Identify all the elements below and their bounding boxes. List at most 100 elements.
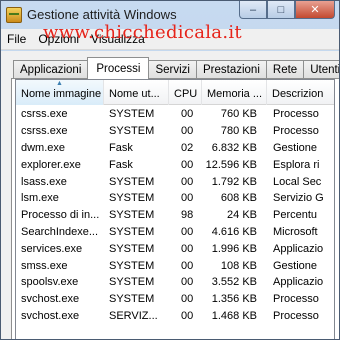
process-name: smss.exe <box>21 259 68 272</box>
process-cpu: 00 <box>181 192 194 205</box>
process-cpu: 02 <box>181 141 194 154</box>
task-manager-icon <box>6 6 22 23</box>
window-title: Gestione attività Windows <box>27 7 177 22</box>
process-description: Applicazio <box>273 242 324 255</box>
tab-network[interactable]: Rete <box>265 60 305 79</box>
process-cpu: 00 <box>181 125 194 138</box>
process-cpu: 00 <box>181 225 194 238</box>
process-memory: 108 KB <box>220 259 257 272</box>
title-bar[interactable]: Gestione attività Windows – □ ✕ <box>1 1 339 28</box>
process-cpu: 00 <box>181 309 194 322</box>
process-name: csrss.exe <box>21 125 68 138</box>
minimize-button[interactable]: – <box>239 1 267 19</box>
menu-options[interactable]: Opzioni <box>32 32 85 46</box>
process-description: Gestione <box>273 141 318 154</box>
process-memory: 780 KB <box>220 125 257 138</box>
process-cpu: 00 <box>181 158 194 171</box>
process-user: SYSTEM <box>109 276 155 289</box>
process-description: Processo <box>273 125 319 138</box>
process-cpu: 00 <box>181 242 194 255</box>
process-name: lsass.exe <box>21 175 67 188</box>
tab-users[interactable]: Utenti <box>303 60 339 79</box>
process-name: lsm.exe <box>21 192 59 205</box>
process-cpu: 00 <box>181 108 194 121</box>
process-name: spoolsv.exe <box>21 276 79 289</box>
process-description: Processo <box>273 108 319 121</box>
process-name: svchost.exe <box>21 293 80 306</box>
tab-services[interactable]: Servizi <box>148 60 197 79</box>
process-cpu: 00 <box>181 175 194 188</box>
process-user: SYSTEM <box>109 293 155 306</box>
menu-file[interactable]: File <box>1 32 32 46</box>
process-description: Local Sec <box>273 175 322 188</box>
column-header-description[interactable]: Descrizion <box>267 80 334 105</box>
process-name: explorer.exe <box>21 158 81 171</box>
task-manager-window: Gestione attività Windows – □ ✕ File Opz… <box>0 0 340 340</box>
process-description: Processo <box>273 293 319 306</box>
table-row[interactable]: Processo di in... SYSTEM 98 24 KB Percentu <box>16 207 334 224</box>
process-description: Processo <box>273 309 319 322</box>
process-name: dwm.exe <box>21 141 66 154</box>
process-user: SYSTEM <box>109 242 155 255</box>
process-description: Gestione <box>273 259 318 272</box>
column-header-cpu[interactable]: CPU <box>169 80 202 105</box>
table-row[interactable]: csrss.exe SYSTEM 00 780 KB Processo <box>16 123 334 140</box>
menu-view[interactable]: Visualizza <box>85 32 151 46</box>
process-user: SYSTEM <box>109 209 155 222</box>
table-row[interactable]: dwm.exe Fask 02 6.832 KB Gestione <box>16 140 334 157</box>
process-description: Esplora ri <box>273 158 320 171</box>
process-user: SYSTEM <box>109 175 155 188</box>
process-description: Percentu <box>273 209 318 222</box>
process-memory: 4.616 KB <box>211 225 257 238</box>
column-header-user[interactable]: Nome ut... <box>104 80 169 105</box>
menu-bar: File Opzioni Visualizza <box>1 29 339 50</box>
process-user: SYSTEM <box>109 225 155 238</box>
table-row[interactable]: svchost.exe SERVIZ... 00 1.468 KB Processo <box>16 308 334 325</box>
process-name: services.exe <box>21 242 83 255</box>
process-user: SYSTEM <box>109 192 155 205</box>
process-rows: csrss.exe SYSTEM 00 760 KB Processo csrss.ex… <box>16 106 334 325</box>
process-memory: 1.356 KB <box>211 293 257 306</box>
process-user: SYSTEM <box>109 125 155 138</box>
table-row[interactable]: smss.exe SYSTEM 00 108 KB Gestione <box>16 257 334 274</box>
process-memory: 12.596 KB <box>205 158 257 171</box>
table-row[interactable]: SearchIndexe... SYSTEM 00 4.616 KB Microsoft <box>16 224 334 241</box>
process-memory: 1.996 KB <box>211 242 257 255</box>
process-description: Applicazio <box>273 276 324 289</box>
process-memory: 608 KB <box>220 192 257 205</box>
process-user: SERVIZ... <box>109 309 158 322</box>
tab-strip: Applicazioni Processi Servizi Prestazion… <box>13 57 339 79</box>
process-memory: 760 KB <box>220 108 257 121</box>
process-name: svchost.exe <box>21 309 80 322</box>
maximize-button[interactable]: □ <box>267 1 295 19</box>
process-list[interactable]: ▲ Nome immagine Nome ut... CPU Memoria .… <box>15 79 335 339</box>
column-header-name[interactable]: ▲ Nome immagine <box>16 80 104 105</box>
table-row[interactable]: lsm.exe SYSTEM 00 608 KB Servizio G <box>16 190 334 207</box>
tab-applications[interactable]: Applicazioni <box>13 60 89 79</box>
process-description: Microsoft <box>273 225 318 238</box>
table-row[interactable]: spoolsv.exe SYSTEM 00 3.552 KB Applicazio <box>16 274 334 291</box>
table-row[interactable]: csrss.exe SYSTEM 00 760 KB Processo <box>16 106 334 123</box>
tab-processes[interactable]: Processi <box>87 57 150 79</box>
window-controls: – □ ✕ <box>239 1 335 19</box>
table-row[interactable]: svchost.exe SYSTEM 00 1.356 KB Processo <box>16 291 334 308</box>
table-row[interactable]: lsass.exe SYSTEM 00 1.792 KB Local Sec <box>16 173 334 190</box>
process-name: SearchIndexe... <box>21 225 99 238</box>
client-area: Applicazioni Processi Servizi Prestazion… <box>1 51 339 339</box>
table-row[interactable]: services.exe SYSTEM 00 1.996 KB Applicazio <box>16 240 334 257</box>
table-row[interactable]: explorer.exe Fask 00 12.596 KB Esplora ri <box>16 156 334 173</box>
process-cpu: 00 <box>181 259 194 272</box>
process-memory: 6.832 KB <box>211 141 257 154</box>
process-name: csrss.exe <box>21 108 68 121</box>
process-cpu: 00 <box>181 293 194 306</box>
process-cpu: 98 <box>181 209 194 222</box>
process-memory: 3.552 KB <box>211 276 257 289</box>
process-cpu: 00 <box>181 276 194 289</box>
tab-performance[interactable]: Prestazioni <box>196 60 267 79</box>
column-header-row: ▲ Nome immagine Nome ut... CPU Memoria .… <box>16 80 334 105</box>
column-header-memory[interactable]: Memoria ... <box>202 80 267 105</box>
close-button[interactable]: ✕ <box>295 1 335 19</box>
process-user: SYSTEM <box>109 108 155 121</box>
process-user: Fask <box>109 158 133 171</box>
column-header-name-label: Nome immagine <box>21 88 102 100</box>
